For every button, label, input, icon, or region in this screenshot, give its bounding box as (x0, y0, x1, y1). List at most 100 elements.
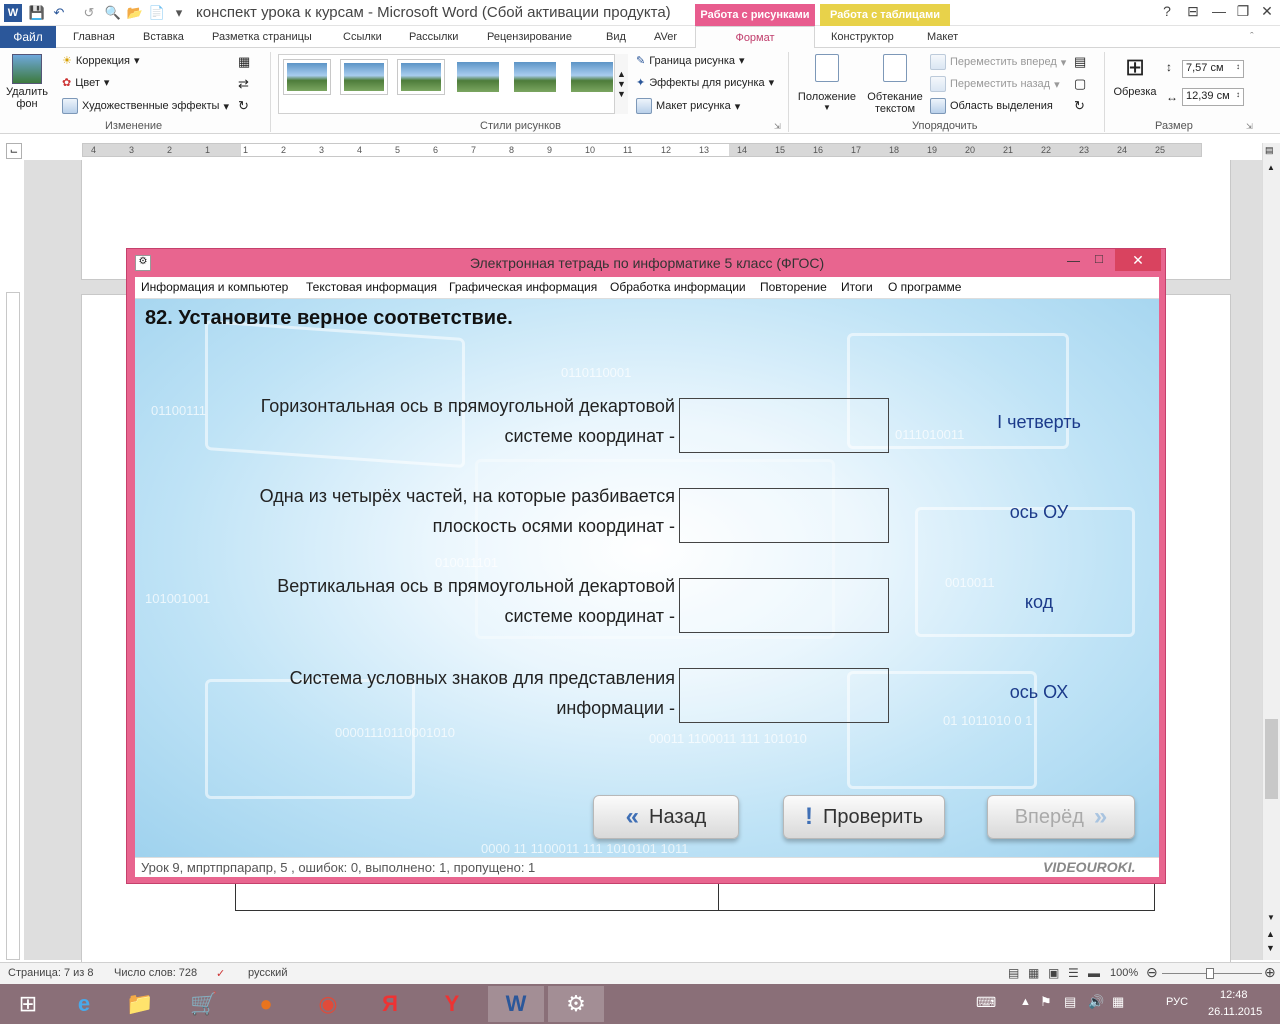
answer-option-2[interactable]: ось ОУ (959, 502, 1119, 523)
spin-icon[interactable]: ↕ (1236, 90, 1240, 104)
network-icon[interactable]: ▤ (1064, 994, 1076, 1010)
zoom-out-icon[interactable]: ⊖ (1146, 964, 1158, 981)
word-taskbar-icon[interactable]: W (488, 986, 544, 1022)
language-indicator[interactable]: русский (248, 967, 287, 979)
align-icon[interactable]: ▤ (1074, 54, 1086, 70)
new-document-icon[interactable]: 📄 (148, 4, 166, 22)
internet-explorer-icon[interactable]: e (56, 986, 112, 1022)
selection-pane-button[interactable]: Область выделения (930, 98, 1053, 114)
vertical-scrollbar[interactable]: ▤ ▲ ▼ ▲ ▼ (1262, 143, 1280, 960)
language-bar-icon[interactable]: ▦ (1112, 994, 1124, 1010)
next-page-icon[interactable]: ▼ (1266, 943, 1275, 953)
tray-expand-icon[interactable]: ▲ (1020, 996, 1031, 1008)
tab-design[interactable]: Конструктор (831, 26, 894, 48)
correction-button[interactable]: ☀ Коррекция ▾ (62, 54, 140, 68)
artistic-effects-button[interactable]: Художественные эффекты ▾ (62, 98, 229, 114)
remove-background-button[interactable]: Удалить фон (4, 54, 50, 110)
gallery-scroll-icon[interactable]: ▲ ▼ ▼ (614, 54, 628, 114)
send-backward-button[interactable]: Переместить назад ▾ (930, 76, 1060, 92)
tab-view[interactable]: Вид (606, 26, 626, 48)
menu-item-review[interactable]: Повторение (760, 280, 827, 294)
change-picture-icon[interactable]: ⇄ (238, 76, 249, 92)
answer-option-4[interactable]: ось ОХ (959, 682, 1119, 703)
width-input[interactable]: 12,39 см ↕ (1182, 88, 1244, 106)
picture-border-button[interactable]: ✎ Граница рисунка ▾ (636, 54, 745, 68)
tab-aver[interactable]: AVer (654, 26, 677, 48)
tab-table-layout[interactable]: Макет (927, 26, 958, 48)
ruler-toggle-icon[interactable]: ▤ (1265, 145, 1274, 156)
compress-pictures-icon[interactable]: ▦ (238, 54, 250, 70)
menu-item-text-info[interactable]: Текстовая информация (306, 280, 437, 294)
redo-icon[interactable]: ↺ (80, 4, 98, 22)
windows-start-icon[interactable]: ⊞ (0, 986, 56, 1022)
previous-page-icon[interactable]: ▲ (1266, 929, 1275, 939)
open-icon[interactable]: 📂 (126, 4, 144, 22)
answer-dropzone-4[interactable] (679, 668, 889, 723)
menu-item-info-processing[interactable]: Обработка информации (610, 280, 746, 294)
tab-page-layout[interactable]: Разметка страницы (212, 26, 312, 48)
maximize-icon[interactable]: □ (1095, 251, 1103, 266)
position-button[interactable]: Положение ▼ (794, 54, 860, 112)
zoom-in-icon[interactable]: ⊕ (1264, 964, 1276, 981)
wrap-text-button[interactable]: Обтекание текстом (862, 54, 928, 115)
yandex-browser-icon[interactable]: Y (424, 986, 480, 1022)
app-icon[interactable]: ⚙ (135, 255, 151, 271)
answer-dropzone-1[interactable] (679, 398, 889, 453)
word-counter[interactable]: Число слов: 728 (114, 967, 197, 979)
draft-icon[interactable]: ▬ (1088, 966, 1100, 980)
menu-item-graphic-info[interactable]: Графическая информация (449, 280, 597, 294)
word-app-icon[interactable]: W (4, 4, 22, 22)
e-notebook-taskbar-icon[interactable]: ⚙ (548, 986, 604, 1022)
menu-item-info-computer[interactable]: Информация и компьютер (141, 280, 288, 294)
picture-layout-button[interactable]: Макет рисунка ▾ (636, 98, 740, 114)
menu-item-results[interactable]: Итоги (841, 280, 873, 294)
chrome-icon[interactable]: ◉ (300, 986, 356, 1022)
outline-icon[interactable]: ☰ (1068, 966, 1079, 980)
back-button[interactable]: « Назад (593, 795, 739, 839)
clock-date[interactable]: 26.11.2015 (1208, 1006, 1262, 1018)
action-center-icon[interactable]: ⚑ (1040, 994, 1052, 1010)
save-icon[interactable]: 💾 (28, 4, 46, 22)
picture-style-thumb[interactable] (340, 59, 388, 95)
yandex-icon[interactable]: Я (362, 986, 418, 1022)
scroll-up-icon[interactable]: ▲ (1267, 163, 1275, 172)
height-input[interactable]: 7,57 см ↕ (1182, 60, 1244, 78)
close-icon[interactable]: ✕ (1250, 0, 1280, 22)
undo-icon[interactable]: ↶ (50, 4, 68, 22)
horizontal-ruler[interactable]: 4 3 2 1 1 2 3 4 5 6 7 8 9 10 11 12 13 14 15 16 17 18 19 20 21 22 2… (82, 143, 1202, 157)
file-explorer-icon[interactable]: 📁 (112, 986, 168, 1022)
picture-styles-gallery[interactable] (278, 54, 628, 114)
picture-effects-button[interactable]: ✦ Эффекты для рисунка ▾ (636, 76, 774, 90)
web-layout-icon[interactable]: ▣ (1048, 966, 1059, 980)
close-icon[interactable]: ✕ (1115, 249, 1161, 271)
store-icon[interactable]: 🛒 (176, 986, 232, 1022)
crop-button[interactable]: ⊞ Обрезка (1110, 54, 1160, 98)
clock-time[interactable]: 12:48 (1220, 989, 1248, 1001)
scroll-thumb[interactable] (1265, 719, 1278, 799)
answer-option-1[interactable]: I четверть (959, 412, 1119, 433)
picture-style-thumb[interactable] (511, 59, 559, 95)
answer-option-3[interactable]: код (959, 592, 1119, 613)
zoom-level[interactable]: 100% (1110, 967, 1138, 979)
minimize-ribbon-icon[interactable]: ˆ (1250, 26, 1254, 48)
tab-references[interactable]: Ссылки (343, 26, 382, 48)
tab-format[interactable]: Формат (695, 26, 815, 48)
answer-dropzone-3[interactable] (679, 578, 889, 633)
zoom-slider-thumb[interactable] (1206, 968, 1214, 979)
customize-qat-icon[interactable]: ▾ (170, 4, 188, 22)
dialog-launcher-icon[interactable]: ⇲ (1246, 122, 1253, 131)
volume-icon[interactable]: 🔊 (1088, 994, 1104, 1010)
full-screen-icon[interactable]: ▦ (1028, 966, 1039, 980)
check-button[interactable]: ! Проверить (783, 795, 945, 839)
picture-style-thumb[interactable] (397, 59, 445, 95)
spin-icon[interactable]: ↕ (1236, 62, 1240, 76)
keyboard-icon[interactable]: ⌨ (976, 994, 996, 1011)
bring-forward-button[interactable]: Переместить вперед ▾ (930, 54, 1066, 70)
proofing-icon[interactable]: ✓ (216, 967, 225, 980)
dialog-launcher-icon[interactable]: ⇲ (774, 122, 781, 131)
minimize-icon[interactable]: — (1067, 253, 1080, 268)
scroll-down-icon[interactable]: ▼ (1267, 913, 1275, 922)
tab-home[interactable]: Главная (73, 26, 115, 48)
tab-selector[interactable]: ⌙ (6, 143, 22, 159)
rotate-icon[interactable]: ↻ (1074, 98, 1085, 114)
